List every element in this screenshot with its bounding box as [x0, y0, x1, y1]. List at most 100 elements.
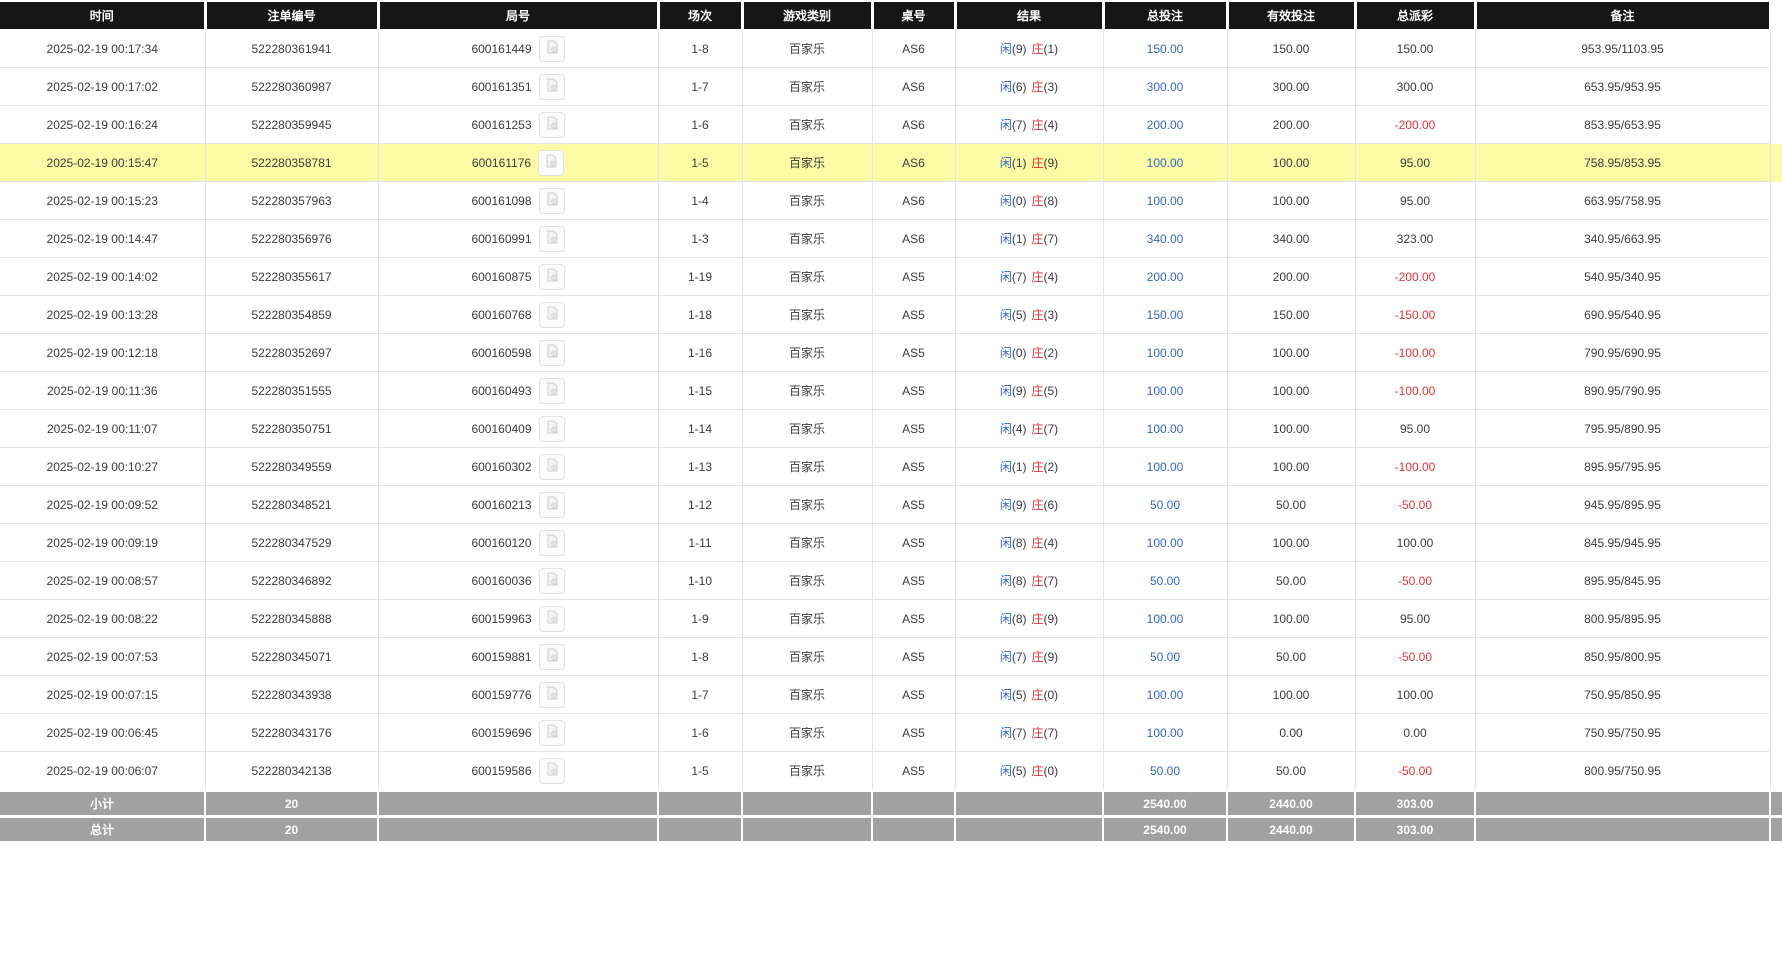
total-bet-link[interactable]: 150.00 [1147, 308, 1184, 322]
total-bet-cell: 300.00 [1103, 67, 1228, 106]
banker-result-points: (5) [1043, 384, 1059, 398]
round-detail-button[interactable] [538, 111, 565, 138]
player-result-label: 闲 [999, 688, 1012, 702]
table-row[interactable]: 2025-02-19 00:07:53 522280345071 600159881… [0, 637, 1782, 676]
table-row[interactable]: 2025-02-19 00:06:45 522280343176 600159696… [0, 713, 1782, 752]
total-bet-link[interactable]: 100.00 [1147, 688, 1184, 702]
round-detail-button[interactable] [538, 643, 565, 670]
round-detail-button[interactable] [538, 225, 565, 252]
table-row[interactable]: 2025-02-19 00:08:57 522280346892 600160036… [0, 561, 1782, 600]
table-row[interactable]: 2025-02-19 00:11:07 522280350751 600160409… [0, 409, 1782, 448]
table-row[interactable]: 2025-02-19 00:14:47 522280356976 600160991… [0, 219, 1782, 258]
total-bet-link[interactable]: 100.00 [1147, 346, 1184, 360]
table-row[interactable]: 2025-02-19 00:15:23 522280357963 600161098… [0, 181, 1782, 220]
remark-value: 750.95/850.95 [1584, 687, 1661, 702]
bet-id-cell: 522280350751 [205, 409, 379, 448]
table-no: AS5 [902, 611, 925, 626]
table-row[interactable]: 2025-02-19 00:17:02 522280360987 600161351… [0, 67, 1782, 106]
round-cell: 600159586 [378, 751, 659, 791]
round-detail-button[interactable] [538, 605, 565, 632]
table-row[interactable]: 2025-02-19 00:15:47 522280358781 600161176… [0, 143, 1782, 182]
game-type-cell: 百家乐 [742, 599, 873, 638]
session-value: 1-6 [691, 725, 709, 740]
banker-result-label: 庄 [1031, 650, 1044, 664]
total-bet-link[interactable]: 300.00 [1147, 80, 1184, 94]
payout-value: -50.00 [1397, 649, 1433, 664]
table-row[interactable]: 2025-02-19 00:08:22 522280345888 600159963… [0, 599, 1782, 638]
column-header-table_no: 桌号 [870, 2, 955, 30]
total-bet-link[interactable]: 200.00 [1147, 270, 1184, 284]
table-row[interactable]: 2025-02-19 00:14:02 522280355617 600160875… [0, 257, 1782, 296]
table-row[interactable]: 2025-02-19 00:16:24 522280359945 600161253… [0, 105, 1782, 144]
table-row[interactable]: 2025-02-19 00:17:34 522280361941 600161449… [0, 29, 1782, 68]
round-number: 600161176 [471, 155, 532, 170]
valid-bet-value: 300.00 [1272, 79, 1310, 94]
banker-result-label: 庄 [1031, 460, 1044, 474]
round-detail-button[interactable] [538, 263, 565, 290]
total-bet-link[interactable]: 100.00 [1147, 384, 1184, 398]
round-detail-button[interactable] [538, 149, 565, 176]
player-result-label: 闲 [999, 384, 1012, 398]
session-value: 1-15 [687, 383, 713, 398]
table-row[interactable]: 2025-02-19 00:12:18 522280352697 600160598… [0, 333, 1782, 372]
round-number: 600160036 [471, 573, 532, 588]
total-bet-cell: 100.00 [1103, 675, 1228, 714]
game-type: 百家乐 [788, 688, 825, 702]
banker-result-points: (4) [1043, 118, 1059, 132]
time-cell: 2025-02-19 00:07:53 [0, 637, 206, 676]
round-detail-button[interactable] [538, 681, 565, 708]
table-row[interactable]: 2025-02-19 00:13:28 522280354859 600160768… [0, 295, 1782, 334]
round-detail-button[interactable] [538, 187, 565, 214]
remark-value: 663.95/758.95 [1584, 193, 1661, 208]
total-bet-link[interactable]: 100.00 [1147, 612, 1184, 626]
round-detail-button[interactable] [538, 567, 565, 594]
round-detail-button[interactable] [538, 377, 565, 404]
round-group: 600160213 [471, 491, 565, 518]
round-number: 600159963 [471, 611, 532, 626]
round-detail-button[interactable] [538, 757, 565, 784]
table-no-cell: AS5 [872, 675, 956, 714]
table-row[interactable]: 2025-02-19 00:09:52 522280348521 600160213… [0, 485, 1782, 524]
remark-cell: 790.95/690.95 [1475, 333, 1771, 372]
round-detail-button[interactable] [538, 453, 565, 480]
total-bet-link[interactable]: 100.00 [1147, 156, 1184, 170]
round-detail-button[interactable] [538, 491, 565, 518]
total-bet-link[interactable]: 100.00 [1147, 460, 1184, 474]
column-header-result: 结果 [953, 2, 1103, 30]
total-bet-link[interactable]: 200.00 [1147, 118, 1184, 132]
table-no-cell: AS5 [872, 371, 956, 410]
round-detail-button[interactable] [538, 415, 565, 442]
round-detail-button[interactable] [538, 339, 565, 366]
total-bet-link[interactable]: 50.00 [1150, 498, 1180, 512]
total-bet-link[interactable]: 100.00 [1147, 422, 1184, 436]
bet-id: 522280345071 [251, 649, 332, 664]
table-no-cell: AS5 [872, 751, 956, 791]
table-row[interactable]: 2025-02-19 00:09:19 522280347529 600160120… [0, 523, 1782, 562]
round-detail-button[interactable] [538, 35, 565, 62]
table-row[interactable]: 2025-02-19 00:07:15 522280343938 600159776… [0, 675, 1782, 714]
round-detail-button[interactable] [538, 73, 565, 100]
total-bet-link[interactable]: 50.00 [1150, 650, 1180, 664]
total-bet-link[interactable]: 100.00 [1147, 536, 1184, 550]
table-row[interactable]: 2025-02-19 00:11:36 522280351555 600160493… [0, 371, 1782, 410]
player-result-label: 闲 [999, 764, 1012, 778]
bet-time: 2025-02-19 00:07:15 [46, 687, 158, 702]
valid-bet-cell: 100.00 [1227, 409, 1356, 448]
scrollbar-gutter [1770, 675, 1782, 714]
total-bet-link[interactable]: 340.00 [1147, 232, 1184, 246]
round-detail-button[interactable] [538, 529, 565, 556]
total-bet-link[interactable]: 50.00 [1150, 574, 1180, 588]
round-detail-button[interactable] [538, 301, 565, 328]
scrollbar-gutter [1770, 333, 1782, 372]
table-no-cell: AS6 [872, 67, 956, 106]
total-bet-link[interactable]: 100.00 [1147, 726, 1184, 740]
table-row[interactable]: 2025-02-19 00:10:27 522280349559 600160302… [0, 447, 1782, 486]
total-bet-link[interactable]: 50.00 [1150, 764, 1180, 778]
scrollbar-gutter [1770, 485, 1782, 524]
valid-bet-cell: 50.00 [1227, 751, 1356, 791]
column-header-bet_id: 注单编号 [203, 2, 378, 30]
table-row[interactable]: 2025-02-19 00:06:07 522280342138 600159586… [0, 751, 1782, 791]
total-bet-link[interactable]: 150.00 [1147, 42, 1184, 56]
total-bet-link[interactable]: 100.00 [1147, 194, 1184, 208]
round-detail-button[interactable] [538, 719, 565, 746]
